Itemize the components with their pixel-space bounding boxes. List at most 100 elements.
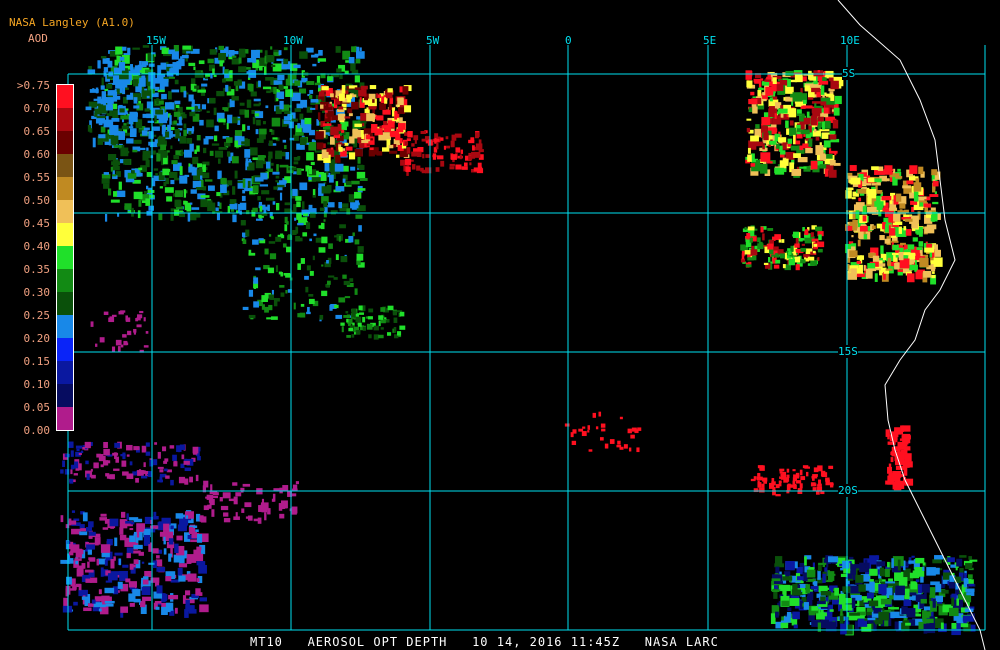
aod-pixel: [344, 142, 349, 146]
aod-pixel: [335, 254, 339, 261]
aod-pixel: [237, 116, 241, 125]
aod-pixel: [252, 157, 258, 161]
aod-pixel: [144, 190, 147, 195]
aod-pixel: [255, 218, 263, 221]
aod-pixel: [828, 169, 837, 178]
aod-pixel: [85, 460, 89, 465]
aod-pixel: [397, 123, 406, 130]
aod-pixel: [226, 122, 229, 130]
aod-pixel: [235, 492, 242, 497]
aod-pixel: [64, 469, 70, 475]
aod-pixel: [895, 585, 905, 596]
aod-pixel: [818, 562, 827, 565]
aod-pixel: [878, 584, 887, 595]
aod-pixel: [355, 330, 361, 335]
aod-pixel: [255, 129, 259, 135]
aod-pixel: [231, 96, 239, 101]
aod-pixel: [829, 609, 834, 612]
aod-pixel: [196, 578, 200, 583]
aod-pixel: [193, 174, 201, 181]
aod-pixel: [207, 58, 214, 64]
aod-pixel: [348, 235, 354, 243]
aod-pixel: [196, 561, 206, 566]
aod-pixel: [238, 56, 242, 64]
aod-pixel: [473, 151, 481, 158]
aod-pixel: [239, 48, 246, 58]
aod-pixel: [294, 217, 297, 221]
aod-pixel: [793, 134, 796, 145]
aod-pixel: [792, 234, 795, 237]
aod-pixel: [803, 117, 811, 125]
aod-pixel: [796, 576, 804, 581]
aod-pixel: [829, 130, 836, 135]
aod-pixel: [117, 581, 123, 589]
aod-pixel: [894, 262, 899, 270]
aod-pixel: [96, 559, 99, 566]
aod-pixel: [745, 70, 752, 80]
aod-pixel: [884, 620, 889, 627]
aod-pixel: [871, 225, 876, 230]
aod-pixel: [330, 93, 334, 98]
aod-pixel: [570, 432, 574, 438]
aod-pixel: [133, 79, 139, 87]
aod-pixel: [155, 109, 164, 115]
aod-pixel: [70, 469, 73, 475]
aod-pixel: [769, 248, 774, 255]
aod-pixel: [885, 224, 889, 233]
aod-pixel: [310, 107, 316, 110]
aod-pixel: [292, 188, 298, 196]
aod-pixel: [351, 180, 360, 185]
aod-pixel: [882, 207, 886, 212]
aod-pixel: [283, 116, 292, 121]
aod-pixel: [317, 112, 321, 121]
aod-pixel: [455, 147, 461, 153]
aod-pixel: [922, 566, 925, 571]
aod-pixel: [177, 446, 181, 453]
aod-pixel: [173, 120, 178, 125]
aod-pixel: [248, 158, 252, 163]
aod-pixel: [278, 503, 283, 511]
aod-pixel: [107, 60, 113, 68]
aod-pixel: [304, 117, 312, 126]
aod-pixel: [767, 228, 774, 231]
aod-pixel: [619, 416, 623, 420]
aod-pixel: [253, 277, 259, 284]
aod-pixel: [126, 473, 134, 479]
aod-pixel: [420, 130, 427, 135]
aod-pixel: [158, 114, 168, 124]
aod-pixel: [336, 68, 342, 73]
colorbar-label: 0.35: [23, 263, 51, 276]
aod-pixel: [270, 64, 276, 68]
aod-pixel: [100, 544, 111, 553]
aod-pixel: [301, 201, 305, 209]
aod-pixel: [103, 441, 108, 449]
aod-pixel: [755, 160, 761, 170]
aod-pixel: [285, 89, 293, 97]
aod-pixel: [774, 167, 785, 175]
aod-pixel: [128, 126, 134, 129]
aod-pixel: [166, 196, 173, 202]
aod-pixel: [168, 91, 172, 100]
lon-label-0: 0: [565, 34, 572, 47]
aod-pixel: [258, 133, 266, 140]
aod-pixel: [885, 581, 896, 584]
aod-pixel: [919, 258, 929, 268]
aod-pixel: [308, 176, 312, 180]
aod-pixel: [183, 460, 190, 465]
aod-pixel: [744, 226, 747, 231]
aod-pixel: [258, 505, 264, 512]
aod-pixel: [924, 247, 935, 253]
aod-pixel: [368, 308, 374, 313]
aod-pixel: [891, 558, 894, 568]
aod-pixel: [83, 607, 92, 612]
aod-pixel: [216, 192, 221, 197]
aod-pixel: [926, 567, 936, 576]
aod-pixel: [268, 155, 272, 163]
aod-pixel: [355, 58, 361, 64]
aod-pixel: [358, 225, 362, 232]
aod-pixel: [247, 180, 251, 188]
aod-pixel: [185, 590, 191, 596]
aod-pixel: [752, 106, 758, 114]
aod-pixel: [101, 178, 110, 184]
colorbar-segment: [57, 246, 73, 269]
